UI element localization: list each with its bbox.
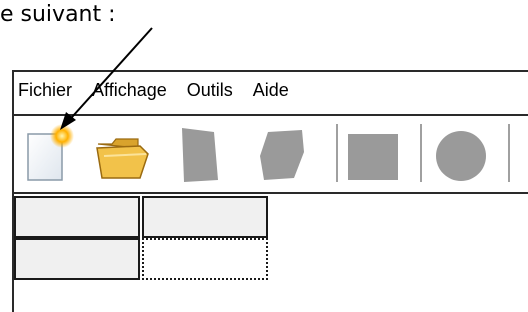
instruction-caption: e suivant : bbox=[0, 2, 116, 27]
menu-aide[interactable]: Aide bbox=[253, 80, 289, 101]
menu-affichage[interactable]: Affichage bbox=[92, 80, 167, 101]
rectangle-tool-icon bbox=[348, 134, 398, 180]
menu-bar: Fichier Affichage Outils Aide bbox=[16, 76, 289, 104]
menu-outils[interactable]: Outils bbox=[187, 80, 233, 101]
grid-cell-selected[interactable] bbox=[142, 238, 268, 280]
app-window: Fichier Affichage Outils Aide bbox=[12, 70, 528, 312]
circle-tool-icon bbox=[436, 131, 486, 181]
circle-tool-button[interactable] bbox=[432, 122, 490, 186]
open-folder-icon bbox=[96, 138, 149, 179]
toolbar bbox=[14, 114, 528, 194]
menu-fichier[interactable]: Fichier bbox=[18, 80, 72, 101]
shape-tool-2-button[interactable] bbox=[254, 122, 312, 186]
open-folder-button[interactable] bbox=[94, 122, 152, 186]
toolbar-separator bbox=[336, 124, 339, 182]
shape-tool-1-button[interactable] bbox=[174, 122, 232, 186]
toolbar-separator bbox=[420, 124, 423, 182]
grid-cell[interactable] bbox=[14, 196, 140, 238]
grid-cell[interactable] bbox=[14, 238, 140, 280]
shape-tool-2-icon bbox=[260, 130, 304, 180]
shape-tool-1-icon bbox=[182, 128, 218, 182]
new-document-button[interactable] bbox=[22, 122, 80, 186]
rectangle-tool-button[interactable] bbox=[344, 122, 402, 186]
grid-cell[interactable] bbox=[142, 196, 268, 238]
toolbar-separator bbox=[508, 124, 511, 182]
new-document-icon bbox=[27, 124, 74, 181]
